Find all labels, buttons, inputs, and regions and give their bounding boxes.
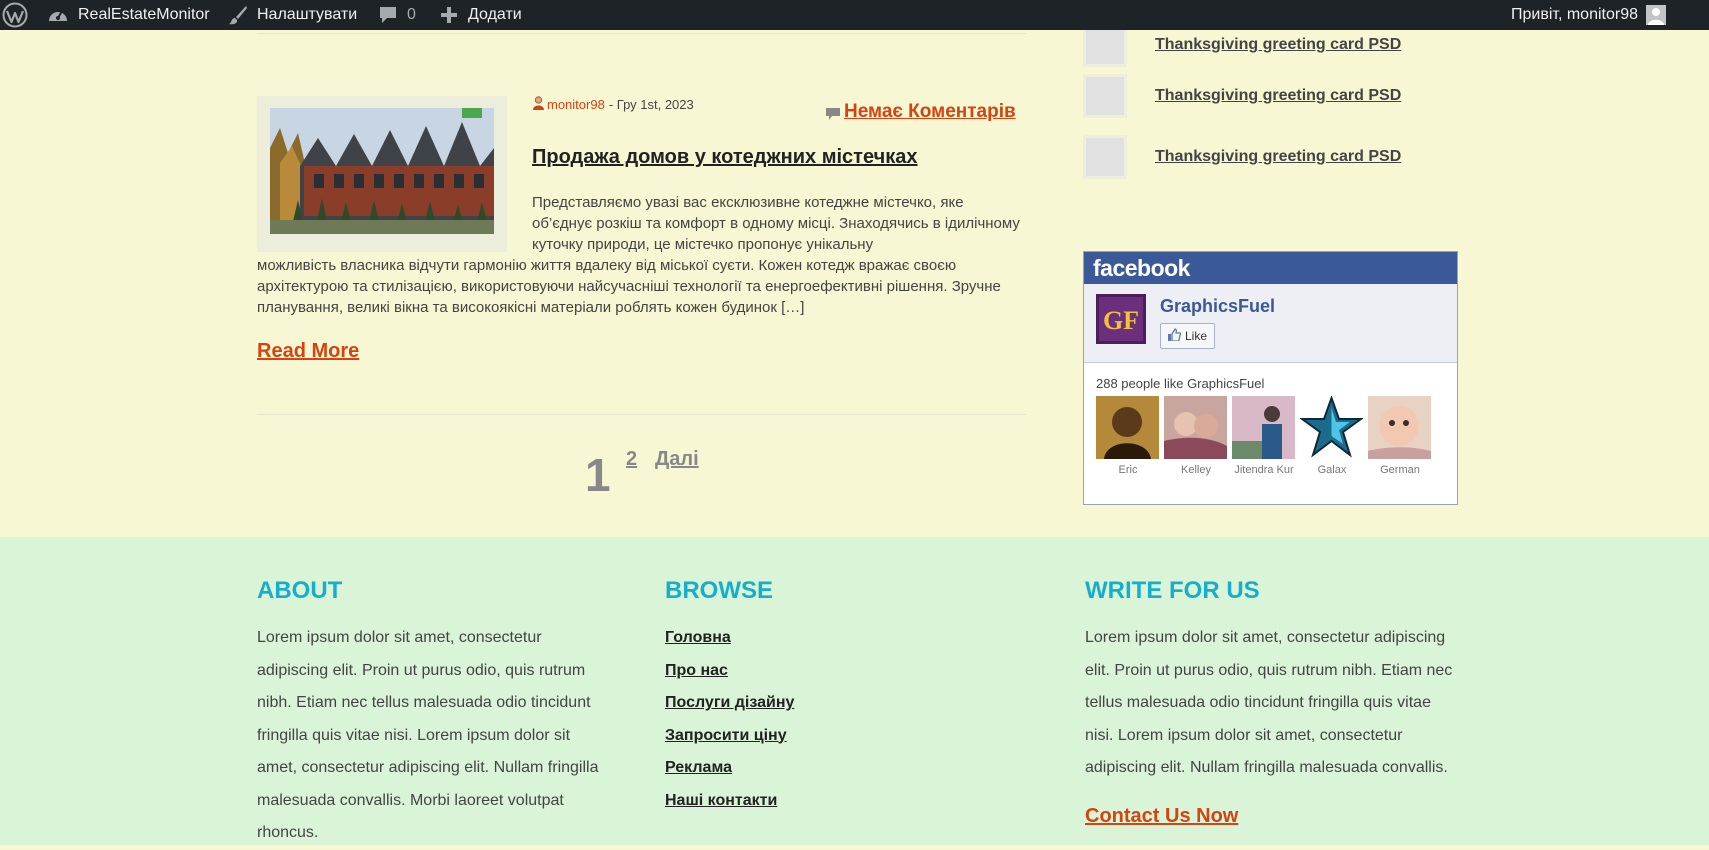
footer-browse-heading: BROWSE (665, 577, 773, 604)
customize-menu[interactable]: Налаштувати (228, 0, 357, 30)
divider (257, 414, 1026, 415)
footer-link-contacts[interactable]: Наші контакти (665, 785, 794, 818)
plus-icon (440, 6, 458, 24)
add-new-menu[interactable]: Додати (440, 0, 522, 30)
facebook-fan[interactable]: Jitendra Kur (1232, 396, 1296, 476)
divider (257, 33, 1026, 34)
footer-browse-links: Головна Про нас Послуги дізайну Запросит… (665, 622, 794, 817)
graphicsfuel-logo-text: GF (1103, 306, 1139, 335)
fan-name: Galax (1317, 464, 1347, 476)
user-small-icon (532, 96, 545, 113)
footer-about-heading: ABOUT (257, 577, 343, 604)
footer-link-label: Запросити ціну (665, 726, 787, 744)
facebook-like-count: 288 people like GraphicsFuel (1096, 376, 1265, 391)
sidebar-post-thumbnail[interactable] (1083, 74, 1127, 118)
pagination-next-link[interactable]: Далі (655, 448, 699, 471)
sidebar-post-item: Thanksgiving greeting card PSD (1083, 23, 1443, 71)
footer-write-heading: WRITE FOR US (1085, 577, 1260, 604)
post-title[interactable]: Продажа домов у котеджних містечках (532, 146, 917, 169)
wordpress-logo-icon[interactable] (2, 0, 28, 30)
graphicsfuel-logo[interactable]: GF (1096, 294, 1146, 344)
admin-bar: RealEstateMonitor Налаштувати 0 Додати П… (0, 0, 1709, 30)
pagination-page-2[interactable]: 2 (626, 448, 637, 471)
facebook-brand: facebook (1084, 252, 1457, 284)
post-excerpt-continued: можливість власника відчути гармонію жит… (257, 257, 1001, 316)
footer-link-label: Головна (665, 629, 731, 646)
footer-link-home[interactable]: Головна (665, 622, 794, 655)
comment-bubble-icon (826, 104, 840, 126)
site-footer: ABOUT Lorem ipsum dolor sit amet, consec… (0, 537, 1709, 845)
site-name-menu[interactable]: RealEstateMonitor (47, 0, 210, 30)
fan-name: Jitendra Kur (1234, 464, 1294, 476)
fan-photo (1232, 396, 1295, 459)
fan-name: Kelley (1181, 464, 1211, 476)
facebook-like-box: facebook GF GraphicsFuel Like 288 people… (1083, 251, 1458, 505)
post-excerpt: Представляємо увазі вас ексклюзивне коте… (532, 194, 1020, 253)
customize-label: Налаштувати (257, 6, 358, 23)
townhouse-photo (270, 108, 494, 234)
pagination-current-page: 1 (585, 449, 611, 501)
footer-link-label: Наші контакти (665, 791, 778, 809)
sidebar-post-thumbnail[interactable] (1083, 135, 1127, 179)
facebook-like-button[interactable]: Like (1160, 323, 1216, 349)
facebook-fan[interactable]: Kelley (1164, 396, 1228, 476)
thumbs-up-icon (1167, 328, 1182, 344)
comments-menu[interactable]: 0 (378, 0, 416, 30)
read-more-link[interactable]: Read More (257, 340, 359, 363)
fan-name: German (1380, 464, 1420, 476)
post-date: - Гру 1st, 2023 (608, 97, 694, 112)
sidebar-post-link[interactable]: Thanksgiving greeting card PSD (1155, 36, 1401, 54)
fan-photo (1096, 396, 1159, 459)
fan-photo (1164, 396, 1227, 459)
post-thumbnail[interactable] (257, 96, 507, 252)
fan-name: Eric (1118, 464, 1138, 476)
footer-about-text: Lorem ipsum dolor sit amet, consectetur … (257, 629, 599, 841)
user-avatar-icon (1645, 5, 1666, 25)
footer-link-label: Послуги дізайну (665, 694, 795, 711)
greeting-label: Привіт, monitor98 (1511, 6, 1638, 23)
facebook-like-label: Like (1185, 329, 1208, 343)
post-comments-link[interactable]: Немає Коментарів (826, 98, 1016, 126)
footer-link-advertising[interactable]: Реклама (665, 752, 794, 785)
facebook-fan[interactable]: Eric (1096, 396, 1160, 476)
facebook-page-name[interactable]: GraphicsFuel (1160, 296, 1275, 317)
facebook-fan[interactable]: Galax (1300, 396, 1364, 476)
sidebar-post-item: Thanksgiving greeting card PSD (1083, 135, 1443, 183)
comments-count: 0 (407, 6, 416, 23)
footer-link-about[interactable]: Про нас (665, 655, 794, 688)
main-content: monitor98 - Гру 1st, 2023 Немає Коментар… (0, 23, 1709, 537)
footer-write-text: Lorem ipsum dolor sit amet, consectetur … (1085, 629, 1453, 776)
post-meta: monitor98 - Гру 1st, 2023 (532, 96, 694, 113)
facebook-fan[interactable]: German (1368, 396, 1432, 476)
post-comments-label: Немає Коментарів (844, 101, 1016, 122)
add-new-label: Додати (468, 6, 522, 23)
footer-link-request-quote[interactable]: Запросити ціну (665, 720, 794, 753)
footer-link-label: Про нас (665, 661, 728, 679)
post-author-link[interactable]: monitor98 (547, 97, 605, 112)
dashboard-gauge-icon (47, 5, 69, 25)
fan-photo (1368, 396, 1431, 459)
sidebar-post-link[interactable]: Thanksgiving greeting card PSD (1155, 148, 1401, 166)
site-name-label: RealEstateMonitor (78, 6, 210, 23)
facebook-page-header: GF GraphicsFuel Like (1084, 284, 1457, 363)
footer-link-design-services[interactable]: Послуги дізайну (665, 687, 794, 720)
contact-us-now-link[interactable]: Contact Us Now (1085, 805, 1238, 828)
footer-link-label: Реклама (665, 759, 732, 776)
fan-photo (1300, 396, 1363, 459)
speech-bubble-icon (378, 5, 398, 25)
sidebar-post-link[interactable]: Thanksgiving greeting card PSD (1155, 87, 1401, 105)
sidebar-post-item: Thanksgiving greeting card PSD (1083, 74, 1443, 122)
account-menu[interactable]: Привіт, monitor98 (1511, 0, 1666, 30)
paintbrush-icon (228, 5, 248, 25)
